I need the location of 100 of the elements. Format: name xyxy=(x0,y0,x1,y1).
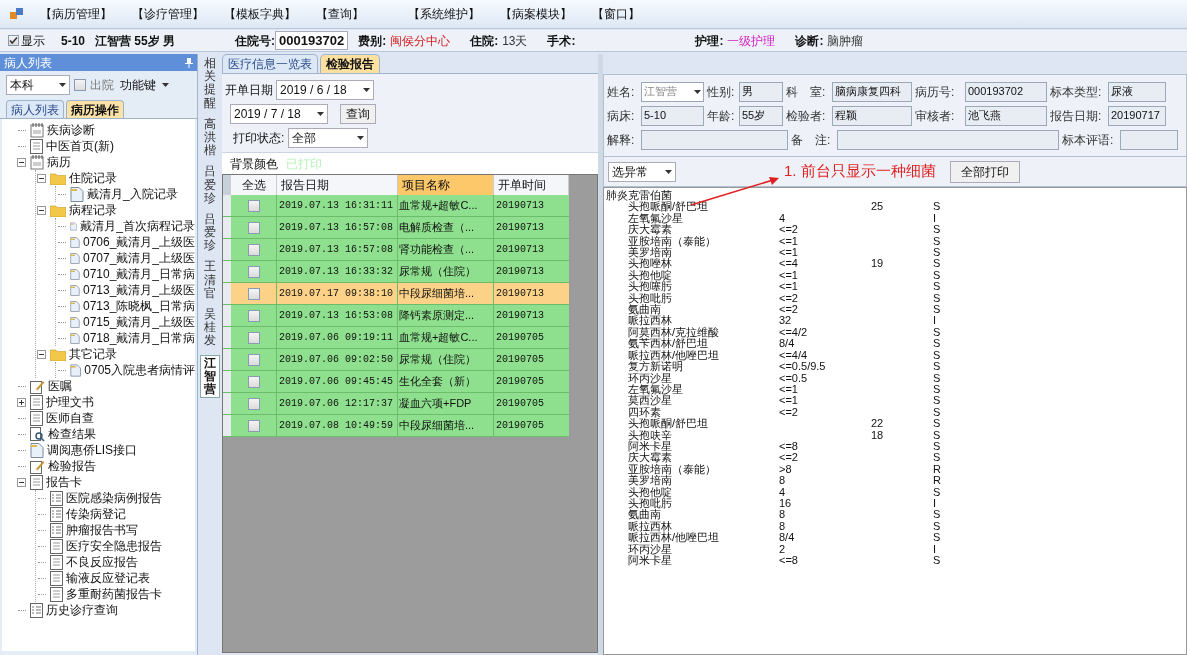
checkbox[interactable] xyxy=(247,353,260,366)
table-row[interactable]: 2019.07.13 16:57:08 电解质检查（... 20190713 xyxy=(223,217,569,239)
table-row[interactable]: 2019.07.13 16:31:11 血常规+超敏C... 20190713 xyxy=(223,195,569,217)
tree-item[interactable]: 病历 xyxy=(47,153,71,171)
table-row[interactable]: 2019.07.13 16:53:08 降钙素原测定... 20190713 xyxy=(223,305,569,327)
tree-item[interactable]: 病程记录 xyxy=(69,201,117,219)
tree-item[interactable]: 医师自查 xyxy=(46,409,94,427)
form-field[interactable] xyxy=(1120,129,1178,150)
menu-item[interactable]: 【诊疗管理】 xyxy=(132,5,220,23)
form-field[interactable] xyxy=(837,129,1059,150)
vertical-tab[interactable]: 江智营 xyxy=(200,354,220,399)
checkbox[interactable] xyxy=(247,397,260,410)
form-field[interactable]: 脑病康复四科 xyxy=(832,81,912,102)
form-field[interactable]: 尿液 xyxy=(1108,81,1166,102)
checkbox[interactable] xyxy=(74,79,86,91)
print-status-select[interactable]: 全部 xyxy=(288,128,369,148)
tree-item[interactable]: 0715_戴清月_上级医 xyxy=(82,313,195,331)
tree-item[interactable]: 0705入院患者病情评 xyxy=(84,361,195,379)
form-field[interactable]: 55岁 xyxy=(739,105,783,126)
checkbox[interactable] xyxy=(247,375,260,388)
tree-item[interactable]: 报告卡 xyxy=(46,473,82,491)
form-field[interactable]: 池飞燕 xyxy=(965,105,1047,126)
tree-item[interactable]: 医嘱 xyxy=(48,377,72,395)
checkbox[interactable] xyxy=(247,287,260,300)
query-button[interactable]: 查询 xyxy=(340,104,376,124)
form-field[interactable]: 000193702 xyxy=(965,81,1047,102)
form-field[interactable] xyxy=(641,129,788,150)
table-row[interactable]: 2019.07.06 12:17:37 凝血六项+FDP 20190705 xyxy=(223,393,569,415)
menu-item[interactable]: 【系统维护】 xyxy=(408,5,496,23)
tree-item[interactable]: 不良反应报告 xyxy=(66,553,138,571)
column-header[interactable]: 项目名称 xyxy=(398,175,494,195)
start-date-picker[interactable]: 2019 / 6 / 18 xyxy=(276,80,374,100)
form-field[interactable]: 程颖 xyxy=(832,105,912,126)
vertical-tab[interactable]: 吴桂发 xyxy=(200,307,220,349)
checkbox[interactable] xyxy=(247,331,260,344)
menu-item[interactable]: 【查询】 xyxy=(316,5,404,23)
menu-item[interactable]: 【病案模块】 xyxy=(500,5,588,23)
checkbox[interactable] xyxy=(8,35,19,46)
tree-item[interactable]: 中医首页(新) xyxy=(46,137,114,155)
form-field[interactable]: 20190717 xyxy=(1108,105,1166,126)
form-field[interactable]: 男 xyxy=(739,81,783,102)
tree-item[interactable]: 住院记录 xyxy=(69,169,117,187)
tree-item[interactable]: 护理文书 xyxy=(46,393,94,411)
table-row[interactable]: 2019.07.08 10:49:59 中段尿细菌培... 20190705 xyxy=(223,415,569,437)
table-row[interactable]: 2019.07.06 09:02:50 尿常规（住院） 20190705 xyxy=(223,349,569,371)
checkbox[interactable] xyxy=(247,265,260,278)
menu-item[interactable]: 【窗口】 xyxy=(592,5,680,23)
tree-item[interactable]: 0707_戴清月_上级医 xyxy=(82,249,195,267)
vertical-tab[interactable]: 吕爱珍 xyxy=(200,164,220,206)
vertical-tab[interactable]: 高洪楷 xyxy=(200,116,220,159)
panel-tab[interactable]: 病历操作 xyxy=(66,100,124,118)
print-all-button[interactable]: 全部打印 xyxy=(949,160,1020,183)
tree-item[interactable]: 检验报告 xyxy=(48,457,96,475)
form-field[interactable]: 5-10 xyxy=(641,105,704,126)
table-row[interactable]: 2019.07.13 16:33:32 尿常规（住院） 20190713 xyxy=(223,261,569,283)
tree-item[interactable]: 输液反应登记表 xyxy=(66,569,150,587)
tree-item[interactable]: 戴清月_入院记录 xyxy=(87,185,178,203)
panel-tab[interactable]: 病人列表 xyxy=(6,100,64,118)
tree-item[interactable]: 调阅惠侨LIS接口 xyxy=(47,441,137,459)
table-row[interactable]: 2019.07.06 09:45:45 生化全套（新） 20190705 xyxy=(223,371,569,393)
tree-item[interactable]: 传染病登记 xyxy=(66,505,126,523)
checkbox[interactable] xyxy=(247,199,260,212)
table-row[interactable]: 2019.07.17 09:38:10 中段尿细菌培... 20190713 xyxy=(223,283,569,305)
tree-item[interactable]: 0718_戴清月_日常病 xyxy=(82,329,195,347)
department-select[interactable]: 本科 xyxy=(6,75,70,95)
tree-item[interactable]: 多重耐药菌报告卡 xyxy=(66,585,162,603)
tree-item[interactable]: 检查结果 xyxy=(48,425,96,443)
vertical-tab[interactable]: 吕爱珍 xyxy=(200,211,220,254)
tree-item[interactable]: 0710_戴清月_日常病 xyxy=(82,265,195,283)
minus-box-icon[interactable] xyxy=(17,477,26,487)
tree-item[interactable]: 历史诊疗查询 xyxy=(46,601,118,619)
minus-box-icon[interactable] xyxy=(37,205,46,215)
vertical-tab[interactable]: 王清官 xyxy=(200,259,220,301)
pin-icon[interactable] xyxy=(185,57,193,68)
function-key-menu[interactable]: 功能键 xyxy=(120,76,169,94)
end-date-picker[interactable]: 2019 / 7 / 18 xyxy=(230,104,328,124)
tab[interactable]: 医疗信息一览表 xyxy=(222,54,318,73)
tree-item[interactable]: 0706_戴清月_上级医 xyxy=(82,233,195,251)
minus-box-icon[interactable] xyxy=(37,349,46,359)
vertical-tab[interactable]: 相关提醒 xyxy=(200,56,220,111)
abnormal-filter-select[interactable]: 选异常 xyxy=(608,161,676,182)
minus-box-icon[interactable] xyxy=(37,173,46,183)
tree-item[interactable]: 医院感染病例报告 xyxy=(66,489,162,507)
checkbox[interactable] xyxy=(247,309,260,322)
checkbox[interactable] xyxy=(247,221,260,234)
checkbox[interactable] xyxy=(247,419,260,432)
menu-item[interactable]: 【模板字典】 xyxy=(224,5,312,23)
plus-box-icon[interactable] xyxy=(17,397,26,407)
tree-item[interactable]: 其它记录 xyxy=(69,345,117,363)
tree-item[interactable]: 肿瘤报告书写 xyxy=(66,521,138,539)
table-row[interactable]: 2019.07.06 09:19:11 血常规+超敏C... 20190705 xyxy=(223,327,569,349)
menu-item[interactable]: 【病历管理】 xyxy=(40,5,128,23)
table-row[interactable]: 2019.07.13 16:57:08 肾功能检查（... 20190713 xyxy=(223,239,569,261)
minus-box-icon[interactable] xyxy=(17,157,26,167)
tree-item[interactable]: 医疗安全隐患报告 xyxy=(66,537,162,555)
tree-item[interactable]: 0713_戴清月_上级医 xyxy=(82,281,195,299)
checkbox[interactable] xyxy=(247,243,260,256)
tree-item[interactable]: 0713_陈晓枫_日常病 xyxy=(82,297,195,315)
tree-item[interactable]: 戴清月_首次病程记录 xyxy=(80,217,195,235)
tab[interactable]: 检验报告 xyxy=(320,54,380,73)
